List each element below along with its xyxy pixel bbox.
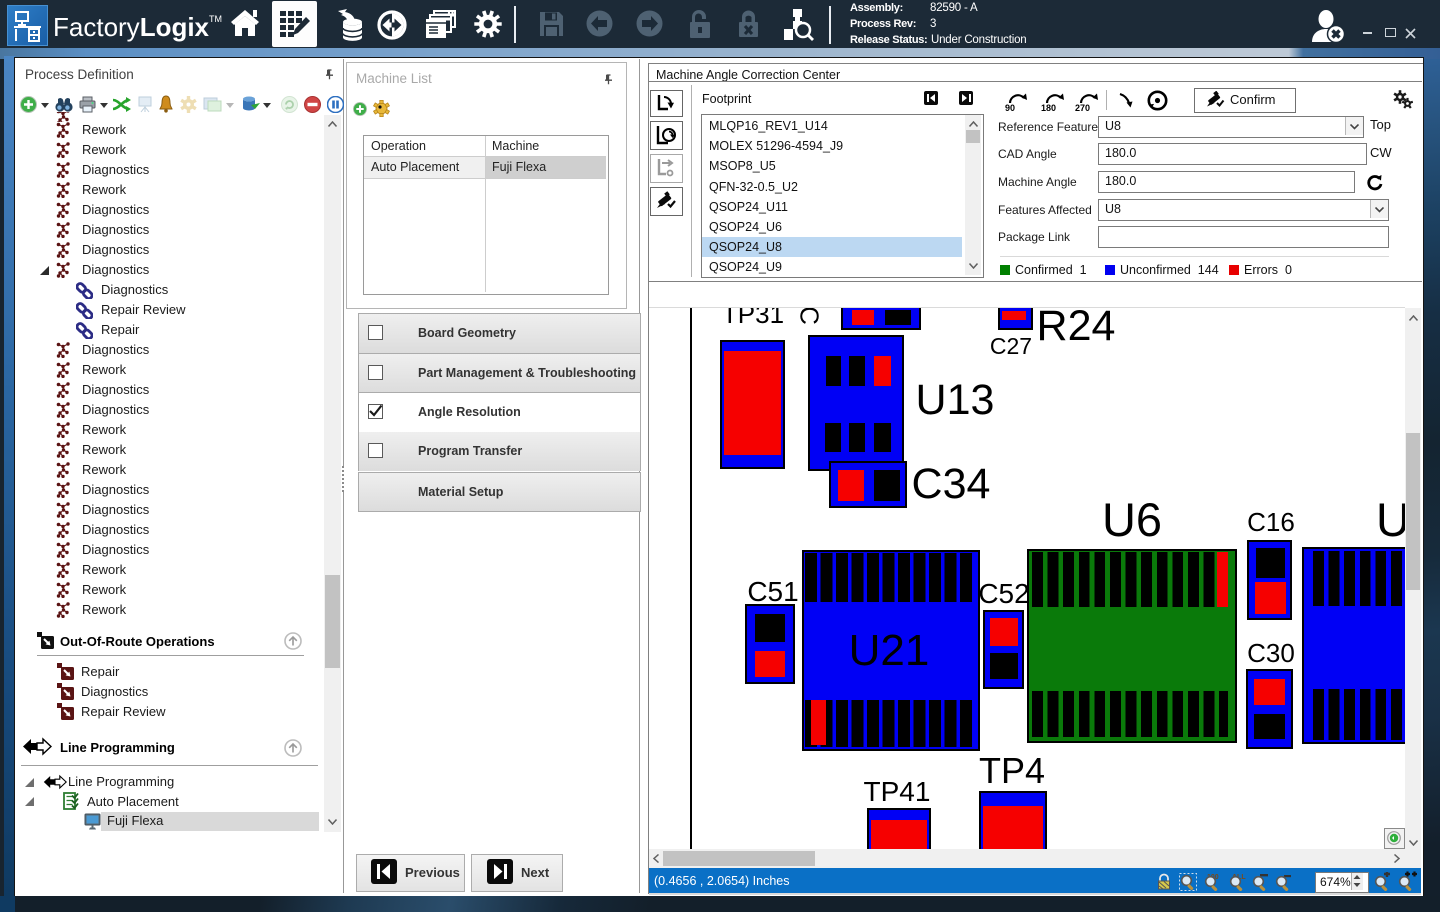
svg-text:90: 90 bbox=[1005, 103, 1015, 112]
svg-text:270: 270 bbox=[1075, 103, 1090, 112]
svg-text:180: 180 bbox=[1041, 103, 1056, 112]
